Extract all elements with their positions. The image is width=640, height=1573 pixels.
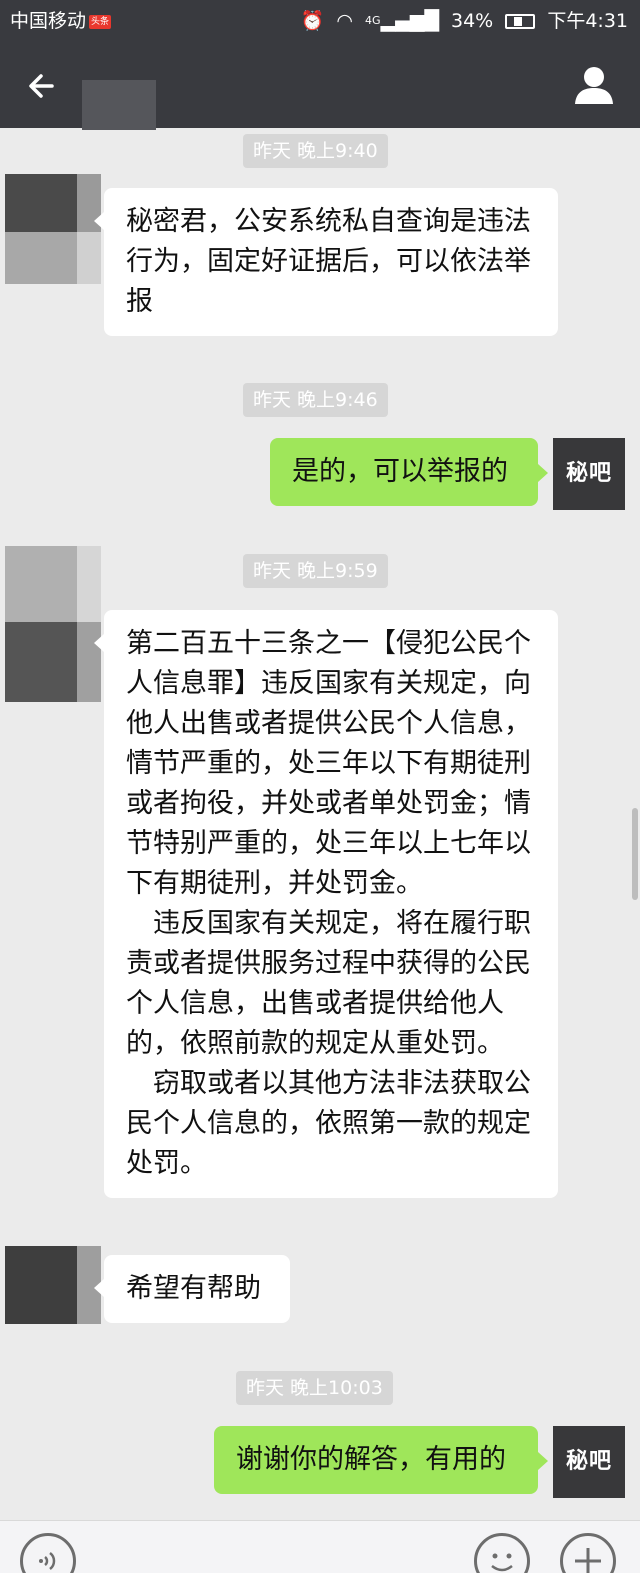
battery-fill bbox=[514, 17, 523, 26]
message-paragraph: 第二百五十三条之一【侵犯公民个人信息罪】违反国家有关规定，向他人出售或者提供公民… bbox=[126, 628, 531, 899]
message-text: 谢谢你的解答，有用的 bbox=[236, 1444, 506, 1475]
timestamp: 昨天 晚上9:46 bbox=[243, 383, 388, 417]
incoming-message-bubble[interactable]: 秘密君，公安系统私自查询是违法行为，固定好证据后，可以依法举报 bbox=[94, 188, 558, 336]
carrier-badge: 头条 bbox=[89, 14, 112, 29]
outgoing-message-bubble[interactable]: 谢谢你的解答，有用的 bbox=[214, 1426, 548, 1494]
message-text: 是的，可以举报的 bbox=[292, 456, 508, 487]
timestamp: 昨天 晚上10:03 bbox=[236, 1371, 393, 1405]
incoming-message-bubble[interactable]: 希望有帮助 bbox=[94, 1255, 290, 1323]
timestamp: 昨天 晚上9:59 bbox=[243, 554, 388, 588]
alarm-icon: ⏰ bbox=[300, 10, 325, 32]
message-paragraph: 窃取或者以其他方法非法获取公民个人信息的，依照第一款的规定处罚。 bbox=[126, 1068, 531, 1179]
contact-avatar[interactable] bbox=[5, 174, 101, 284]
network-type: 4G bbox=[364, 14, 381, 27]
message-text: 秘密君，公安系统私自查询是违法行为，固定好证据后，可以依法举报 bbox=[126, 206, 531, 317]
input-bar bbox=[0, 1520, 640, 1573]
voice-icon[interactable] bbox=[20, 1533, 76, 1573]
battery-icon bbox=[505, 14, 536, 29]
battery-percent: 34% bbox=[451, 10, 494, 32]
timestamp: 昨天 晚上9:40 bbox=[243, 134, 388, 168]
person-icon[interactable] bbox=[570, 60, 618, 108]
contact-avatar[interactable] bbox=[5, 546, 101, 702]
status-bar: 中国移动 头条 ⏰ ◠ 4G▂▄▆█ 34% 下午4:31 bbox=[0, 0, 640, 42]
back-arrow-icon[interactable] bbox=[22, 64, 66, 108]
my-avatar[interactable]: 秘吧 bbox=[553, 438, 625, 510]
status-time: 下午4:31 bbox=[547, 10, 628, 32]
outgoing-message-bubble[interactable]: 是的，可以举报的 bbox=[270, 438, 548, 506]
incoming-message-bubble[interactable]: 第二百五十三条之一【侵犯公民个人信息罪】违反国家有关规定，向他人出售或者提供公民… bbox=[94, 610, 558, 1198]
signal-icon: ▂▄▆█ bbox=[380, 10, 439, 32]
chat-header bbox=[0, 42, 640, 130]
status-right: ⏰ ◠ 4G▂▄▆█ 34% 下午4:31 bbox=[295, 0, 628, 42]
plus-icon[interactable] bbox=[560, 1533, 616, 1573]
scrollbar-thumb[interactable] bbox=[632, 808, 638, 900]
status-left: 中国移动 头条 bbox=[10, 0, 112, 42]
chat-title-obscured bbox=[82, 80, 156, 130]
my-avatar[interactable]: 秘吧 bbox=[553, 1426, 625, 1498]
message-text: 希望有帮助 bbox=[126, 1273, 261, 1304]
carrier-label: 中国移动 bbox=[10, 10, 87, 32]
wifi-icon: ◠ bbox=[336, 10, 353, 32]
emoji-icon[interactable] bbox=[474, 1533, 530, 1573]
contact-avatar[interactable] bbox=[5, 1246, 101, 1324]
message-paragraph: 违反国家有关规定，将在履行职责或者提供服务过程中获得的公民个人信息，出售或者提供… bbox=[126, 908, 531, 1059]
